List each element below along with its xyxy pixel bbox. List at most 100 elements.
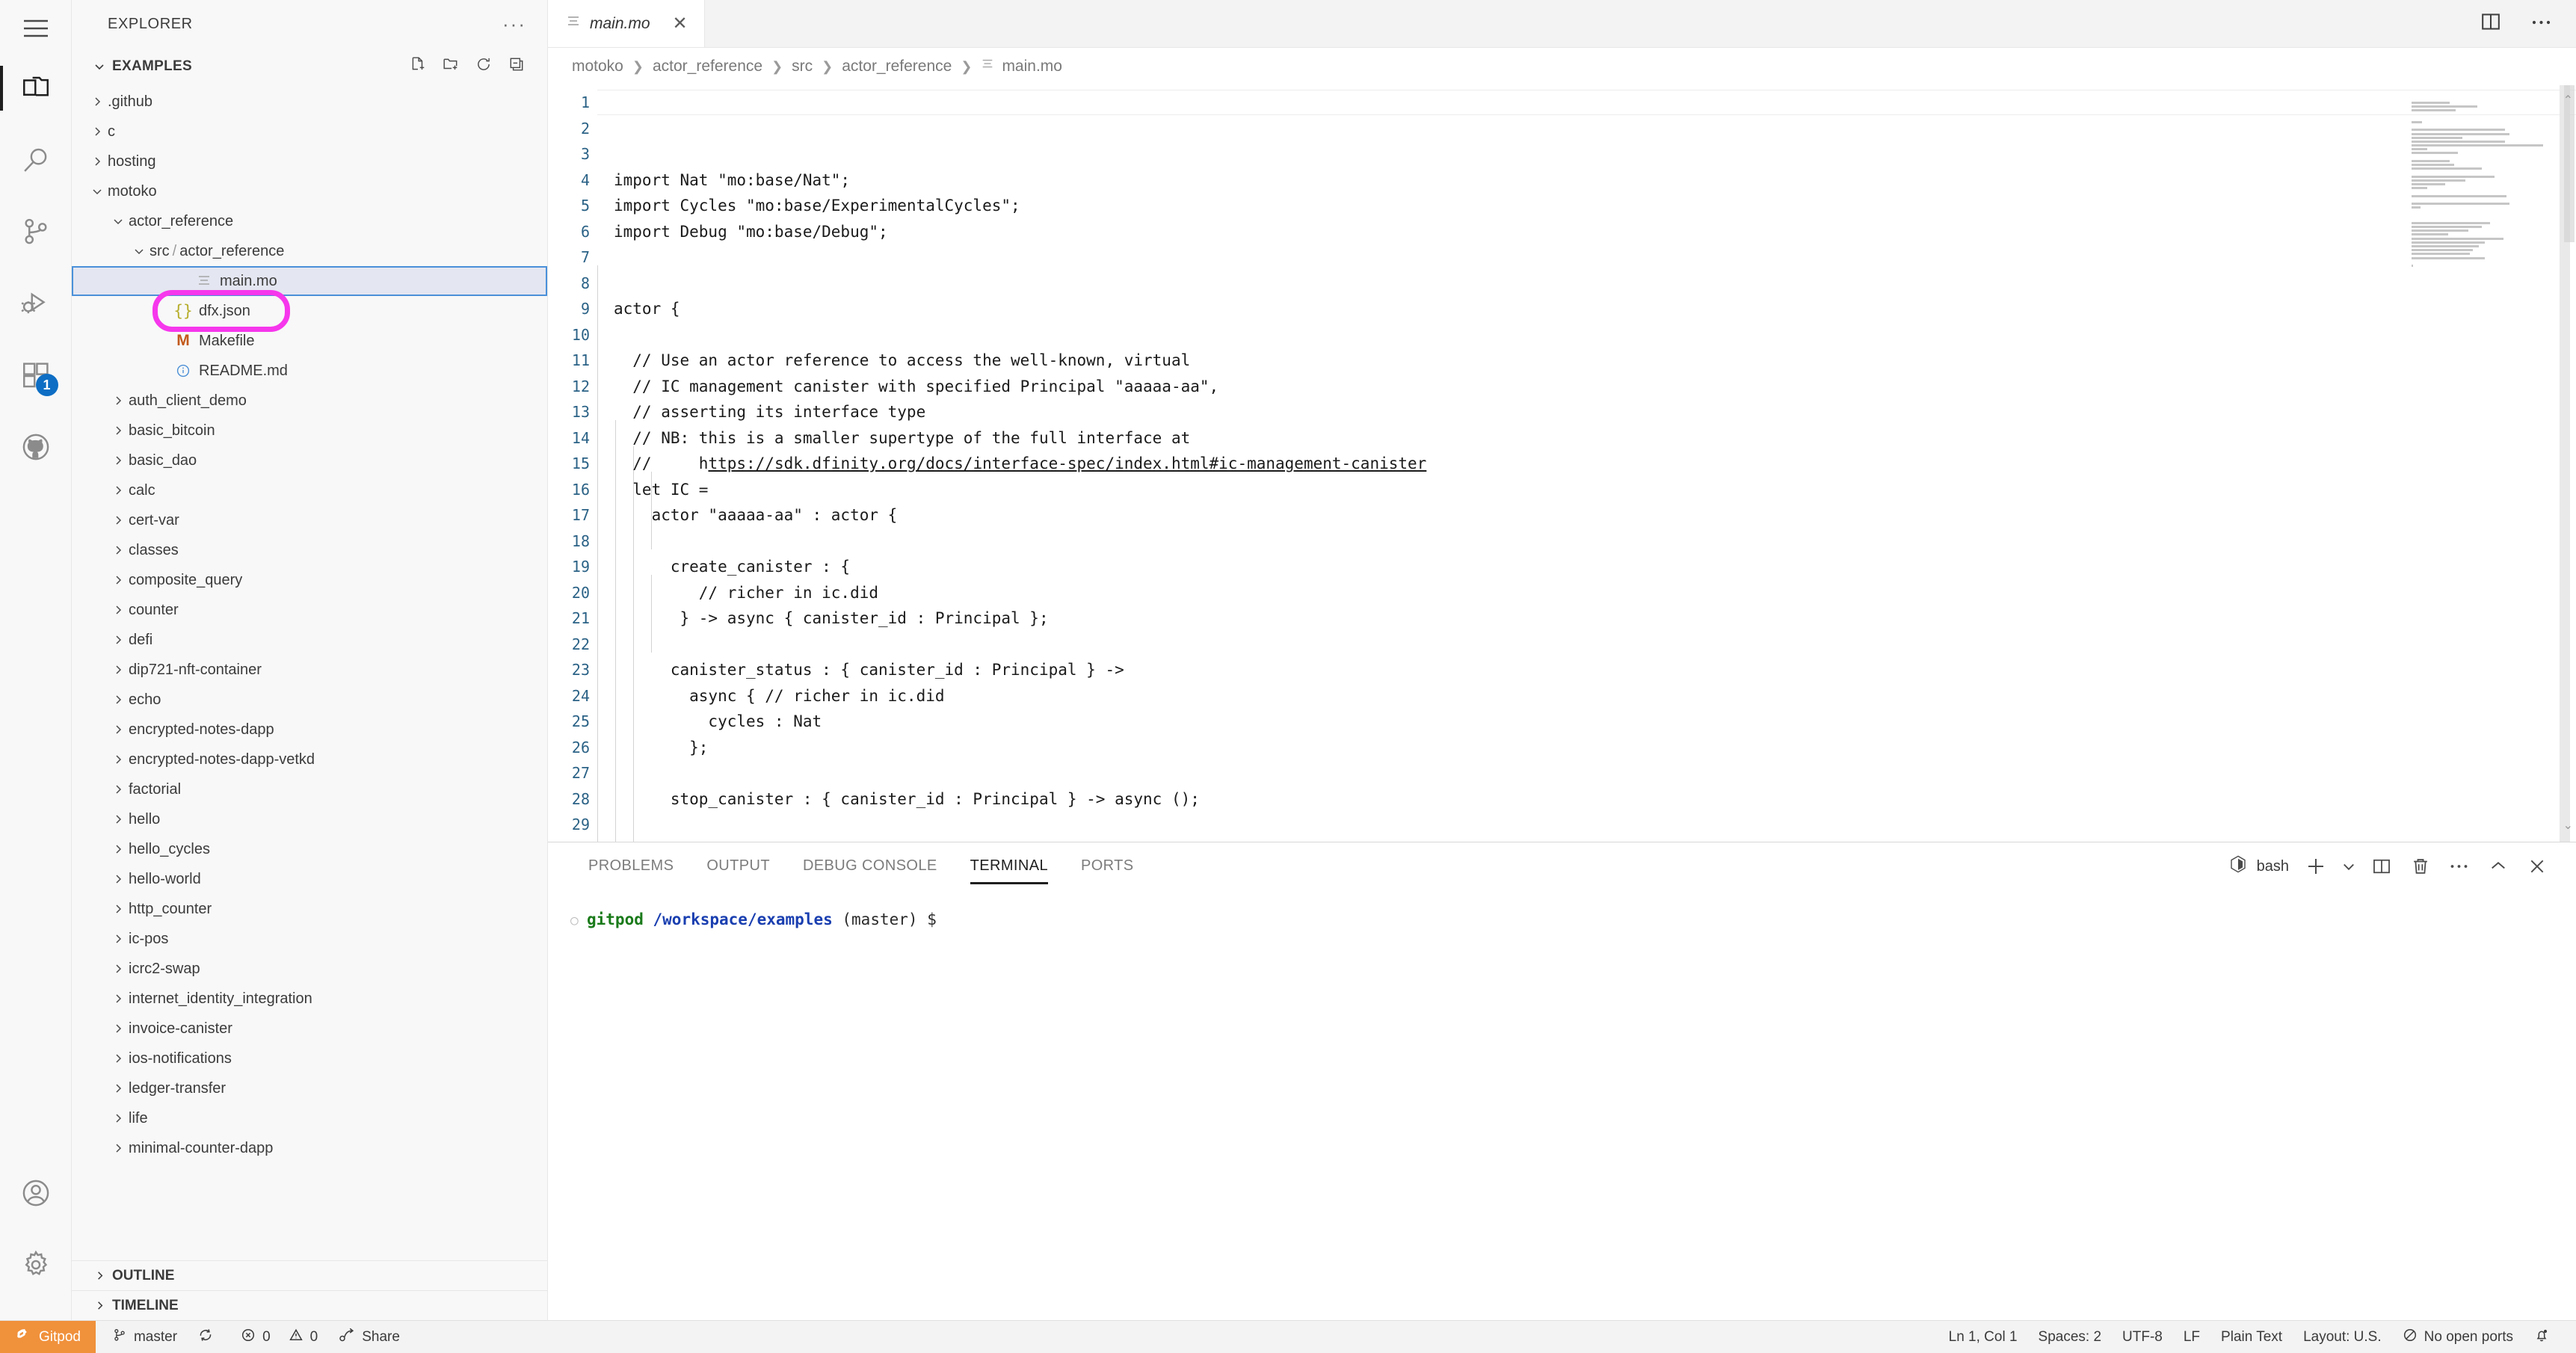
sidebar-more-actions-button[interactable]: ··· [502, 14, 526, 34]
folder-tree-item-hello[interactable]: hello [72, 804, 547, 834]
folder-tree-item-ios-notifications[interactable]: ios-notifications [72, 1044, 547, 1073]
folder-tree-item-composite-query[interactable]: composite_query [72, 565, 547, 595]
activity-bar-item-extensions[interactable]: 1 [0, 339, 72, 411]
status-branch-item[interactable]: master [96, 1328, 188, 1347]
scroll-up-arrow-icon[interactable]: ⌃ [2563, 93, 2573, 108]
terminal-output[interactable]: ○ gitpod /workspace/examples (master) $ [548, 889, 2576, 1320]
folder-tree-item-defi[interactable]: defi [72, 625, 547, 655]
folder-tree-item-src[interactable]: src / actor_reference [72, 236, 547, 266]
folder-tree-item-encrypted-notes-dapp-vetkd[interactable]: encrypted-notes-dapp-vetkd [72, 745, 547, 774]
hamburger-menu-button[interactable] [0, 4, 72, 52]
breadcrumb-item-main-mo[interactable]: main.mo [981, 58, 1062, 75]
code-editor[interactable]: 1 2 3 4 5 6 7 8 9 10 11 12 13 14 15 16 17 18 19 20 21 22 23 24 2… [548, 85, 2576, 842]
editor-vertical-scrollbar[interactable] [2564, 85, 2575, 842]
code-line[interactable] [614, 271, 2576, 297]
activity-bar-item-accounts[interactable] [0, 1157, 72, 1229]
breadcrumb-item-actor-reference[interactable]: actor_reference [842, 58, 952, 75]
activity-bar-item-explorer[interactable] [0, 52, 72, 124]
code-line[interactable] [614, 632, 2576, 658]
refresh-icon[interactable] [475, 56, 492, 77]
code-line[interactable] [614, 760, 2576, 786]
code-line[interactable]: actor { [614, 296, 2576, 322]
folder-tree-item-motoko[interactable]: motoko [72, 176, 547, 206]
folder-tree-item-hosting[interactable]: hosting [72, 147, 547, 176]
folder-tree-item-basic-bitcoin[interactable]: basic_bitcoin [72, 416, 547, 446]
maximize-panel-button[interactable] [2479, 848, 2518, 884]
status-problems-item[interactable]: 0 0 [230, 1328, 328, 1347]
breadcrumb-item-actor-reference[interactable]: actor_reference [653, 58, 762, 75]
code-line[interactable]: canister_status : { canister_id : Princi… [614, 657, 2576, 683]
code-line[interactable] [614, 812, 2576, 838]
panel-tab-ports[interactable]: PORTS [1064, 842, 1150, 889]
folder-tree-item-hello-cycles[interactable]: hello_cycles [72, 834, 547, 864]
status-ports[interactable]: No open ports [2392, 1328, 2524, 1347]
folder-tree-item-basic-dao[interactable]: basic_dao [72, 446, 547, 475]
close-icon[interactable]: ✕ [673, 13, 688, 34]
code-line[interactable]: actor "aaaaa-aa" : actor { [614, 502, 2576, 528]
folder-tree-item-internet-identity-integration[interactable]: internet_identity_integration [72, 984, 547, 1014]
folder-tree-item--github[interactable]: .github [72, 87, 547, 117]
code-line[interactable]: } -> async { canister_id : Principal }; [614, 605, 2576, 632]
split-editor-icon[interactable] [2480, 11, 2501, 36]
code-line[interactable]: import Cycles "mo:base/ExperimentalCycle… [614, 193, 2576, 219]
file-tree-item-main-mo[interactable]: main.mo [72, 266, 547, 296]
close-panel-button[interactable] [2518, 848, 2557, 884]
editor-tab-main-mo[interactable]: main.mo ✕ [548, 0, 705, 47]
breadcrumb-item-src[interactable]: src [792, 58, 813, 75]
code-line[interactable] [614, 244, 2576, 271]
activity-bar-item-settings[interactable] [0, 1229, 72, 1301]
code-line[interactable]: async { // richer in ic.did [614, 683, 2576, 709]
code-line[interactable] [614, 322, 2576, 348]
panel-tab-output[interactable]: OUTPUT [690, 842, 786, 889]
folder-tree-item-life[interactable]: life [72, 1103, 547, 1133]
code-line[interactable]: delete_canister : { canister_id : Princi… [614, 838, 2576, 842]
status-sync-item[interactable] [188, 1328, 230, 1347]
activity-bar-item-run-and-debug[interactable] [0, 268, 72, 339]
collapse-all-icon[interactable] [508, 56, 525, 77]
terminal-profile-dropdown-button[interactable] [2335, 848, 2362, 884]
kill-terminal-button[interactable] [2401, 848, 2440, 884]
status-eol[interactable]: LF [2173, 1329, 2210, 1346]
code-line[interactable]: }; [614, 735, 2576, 761]
code-line[interactable]: // richer in ic.did [614, 580, 2576, 606]
scrollbar-thumb[interactable] [2564, 85, 2575, 242]
folder-tree-item-minimal-counter-dapp[interactable]: minimal-counter-dapp [72, 1133, 547, 1163]
activity-bar-item-github[interactable] [0, 411, 72, 483]
file-tree-item-makefile[interactable]: M Makefile [72, 326, 547, 356]
code-line[interactable]: // IC management canister with specified… [614, 374, 2576, 400]
panel-tab-terminal[interactable]: TERMINAL [954, 842, 1064, 889]
code-line[interactable]: import Debug "mo:base/Debug"; [614, 219, 2576, 245]
code-line[interactable]: // NB: this is a smaller supertype of th… [614, 425, 2576, 451]
code-line[interactable]: let IC = [614, 477, 2576, 503]
more-actions-icon[interactable] [2531, 17, 2552, 31]
status-keyboard-layout[interactable]: Layout: U.S. [2293, 1329, 2392, 1346]
folder-tree-item-factorial[interactable]: factorial [72, 774, 547, 804]
panel-more-actions-button[interactable] [2440, 848, 2479, 884]
sidebar-section-timeline[interactable]: TIMELINE [72, 1290, 547, 1320]
code-line[interactable]: import Nat "mo:base/Nat"; [614, 167, 2576, 194]
panel-tab-debug-console[interactable]: DEBUG CONSOLE [786, 842, 954, 889]
status-share-item[interactable]: Share [328, 1328, 410, 1347]
code-line[interactable] [614, 528, 2576, 555]
folder-tree-item-calc[interactable]: calc [72, 475, 547, 505]
folder-tree-item-actor-reference[interactable]: actor_reference [72, 206, 547, 236]
status-cursor-position[interactable]: Ln 1, Col 1 [1938, 1329, 2028, 1346]
activity-bar-item-source-control[interactable] [0, 196, 72, 268]
new-terminal-button[interactable] [2296, 848, 2335, 884]
folder-tree-item-auth-client-demo[interactable]: auth_client_demo [72, 386, 547, 416]
terminal-scrollbar[interactable] [2561, 889, 2570, 1320]
folder-tree-item-http-counter[interactable]: http_counter [72, 894, 547, 924]
status-indentation[interactable]: Spaces: 2 [2028, 1329, 2113, 1346]
code-line[interactable]: cycles : Nat [614, 709, 2576, 735]
file-tree[interactable]: .github c hosting motoko actor_reference src /… [72, 85, 547, 1260]
folder-tree-item-cert-var[interactable]: cert-var [72, 505, 547, 535]
code-line[interactable]: stop_canister : { canister_id : Principa… [614, 786, 2576, 813]
code-link[interactable]: ttps://sdk.dfinity.org/docs/interface-sp… [708, 454, 1426, 472]
status-notifications[interactable] [2524, 1328, 2560, 1347]
panel-tab-problems[interactable]: PROBLEMS [572, 842, 690, 889]
breadcrumb-item-motoko[interactable]: motoko [572, 58, 623, 75]
code-line[interactable]: create_canister : { [614, 554, 2576, 580]
code-line[interactable]: // Use an actor reference to access the … [614, 348, 2576, 374]
folder-tree-item-echo[interactable]: echo [72, 685, 547, 715]
folder-tree-item-classes[interactable]: classes [72, 535, 547, 565]
